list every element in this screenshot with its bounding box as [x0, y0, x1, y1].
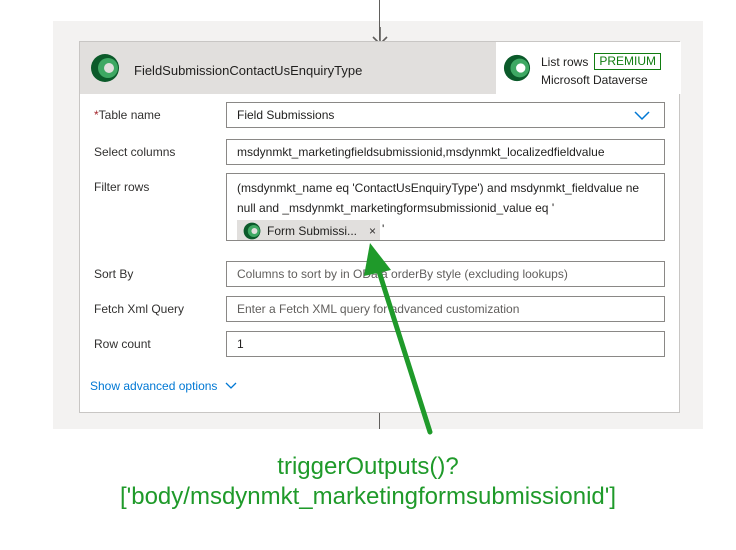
- fetch-xml-input[interactable]: Enter a Fetch XML query for advanced cus…: [226, 296, 665, 322]
- table-name-value: Field Submissions: [237, 108, 335, 122]
- sort-by-label: Sort By: [94, 267, 134, 281]
- advanced-options-label: Show advanced options: [90, 379, 218, 393]
- table-name-label: *Table name: [94, 108, 161, 122]
- filter-rows-input[interactable]: (msdynmkt_name eq 'ContactUsEnquiryType'…: [226, 173, 665, 241]
- connector-name: Microsoft Dataverse: [541, 73, 648, 87]
- dynamic-content-token[interactable]: Form Submissi... ×: [237, 220, 381, 240]
- chevron-down-icon: [634, 111, 650, 121]
- table-name-dropdown[interactable]: Field Submissions: [226, 102, 665, 128]
- close-icon[interactable]: ×: [369, 221, 376, 240]
- show-advanced-options-link[interactable]: Show advanced options: [90, 379, 237, 393]
- card-header[interactable]: FieldSubmissionContactUsEnquiryType: [80, 42, 496, 94]
- select-columns-input[interactable]: msdynmkt_marketingfieldsubmissionid,msdy…: [226, 139, 665, 165]
- dataverse-logo-icon: [91, 54, 119, 82]
- connector-line-bottom: [379, 413, 380, 429]
- fetch-xml-placeholder: Enter a Fetch XML query for advanced cus…: [237, 302, 520, 316]
- filter-rows-text: (msdynmkt_name eq 'ContactUsEnquiryType'…: [237, 181, 640, 215]
- closing-quote: ': [382, 222, 385, 237]
- connector-tooltip: List rows PREMIUM Microsoft Dataverse: [496, 42, 681, 94]
- sort-by-input[interactable]: Columns to sort by in OData orderBy styl…: [226, 261, 665, 287]
- table-name-label-text: Table name: [98, 108, 161, 122]
- token-label: Form Submissi...: [267, 224, 358, 238]
- select-columns-value: msdynmkt_marketingfieldsubmissionid,msdy…: [237, 145, 605, 159]
- chevron-down-icon: [225, 382, 237, 389]
- row-count-input[interactable]: 1: [226, 331, 665, 357]
- row-count-label: Row count: [94, 337, 151, 351]
- select-columns-label: Select columns: [94, 145, 176, 159]
- row-count-value: 1: [237, 337, 244, 351]
- action-card: FieldSubmissionContactUsEnquiryType List…: [79, 41, 681, 413]
- card-title: FieldSubmissionContactUsEnquiryType: [134, 63, 363, 78]
- annotation-line-1: triggerOutputs()?: [277, 453, 459, 480]
- sort-by-placeholder: Columns to sort by in OData orderBy styl…: [237, 267, 568, 281]
- filter-rows-label: Filter rows: [94, 180, 150, 194]
- annotation-line-2: ['body/msdynmkt_marketingformsubmissioni…: [119, 483, 616, 510]
- fetch-xml-label: Fetch Xml Query: [94, 302, 185, 316]
- action-name: List rows: [541, 54, 589, 69]
- dataverse-logo-icon: [243, 222, 261, 240]
- dataverse-logo-icon: [503, 54, 531, 82]
- premium-badge: PREMIUM: [594, 53, 662, 70]
